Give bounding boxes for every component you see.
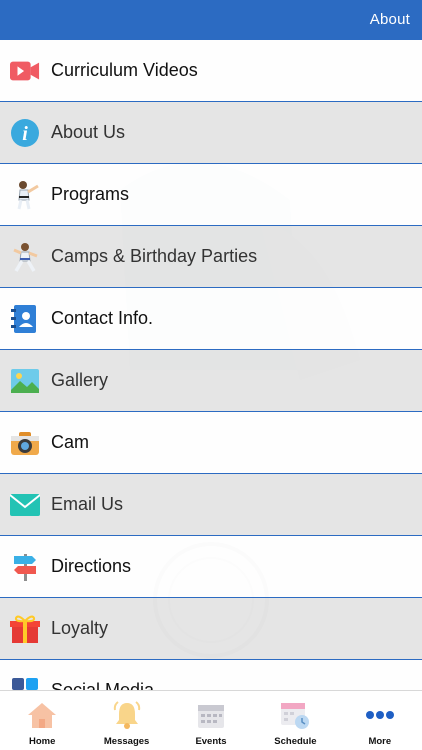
menu-item-social-media[interactable]: Social Media [0, 660, 422, 690]
gift-icon [10, 614, 40, 644]
menu-item-label: Gallery [51, 370, 109, 390]
tab-bar: Home Messages Events Schedule More [0, 690, 422, 750]
menu-item-email-us[interactable]: Email Us [0, 474, 422, 536]
info-icon: i [10, 118, 40, 148]
menu-item-label: Camps & Birthday Parties [51, 246, 258, 266]
menu-item-camps-birthday[interactable]: Camps & Birthday Parties [0, 226, 422, 288]
envelope-icon [10, 490, 40, 520]
svg-text:i: i [22, 123, 28, 145]
menu-item-label: Curriculum Videos [51, 60, 198, 80]
tab-label: Home [29, 736, 56, 747]
menu-item-programs[interactable]: Programs [0, 164, 422, 226]
menu-item-directions[interactable]: Directions [0, 536, 422, 598]
menu-list[interactable]: Curriculum Videos i About Us Programs Ca… [0, 40, 422, 690]
tab-label: Events [195, 736, 227, 747]
tab-more[interactable]: More [338, 691, 422, 750]
menu-item-label: Programs [51, 184, 130, 204]
tab-schedule[interactable]: Schedule [253, 691, 337, 750]
video-camera-icon [10, 56, 40, 86]
tab-label: More [368, 736, 392, 747]
menu-item-gallery[interactable]: Gallery [0, 350, 422, 412]
martial-arts-kick-icon [10, 180, 40, 210]
tab-home[interactable]: Home [0, 691, 84, 750]
menu-item-label: Email Us [51, 494, 124, 514]
contact-book-icon [10, 304, 40, 334]
tab-events[interactable]: Events [169, 691, 253, 750]
menu-item-about-us[interactable]: i About Us [0, 102, 422, 164]
menu-item-curriculum-videos[interactable]: Curriculum Videos [0, 40, 422, 102]
menu-item-label: Social Media [51, 680, 155, 690]
calendar-icon [195, 699, 227, 731]
camera-icon [10, 428, 40, 458]
menu-item-label: Loyalty [51, 618, 109, 638]
menu-item-cam[interactable]: Cam [0, 412, 422, 474]
menu-item-label: About Us [51, 122, 126, 142]
tab-messages[interactable]: Messages [84, 691, 168, 750]
nav-header: About [0, 0, 422, 40]
menu-item-label: Cam [51, 432, 90, 452]
more-icon [364, 699, 396, 731]
tab-label: Schedule [274, 736, 317, 747]
karate-figure-icon [10, 242, 40, 272]
social-media-icon [10, 676, 40, 691]
header-title: About [369, 11, 410, 28]
gallery-icon [10, 366, 40, 396]
home-icon [26, 699, 58, 731]
schedule-icon [279, 699, 311, 731]
menu-item-loyalty[interactable]: Loyalty [0, 598, 422, 660]
menu-item-label: Contact Info. [51, 308, 154, 328]
signpost-icon [10, 552, 40, 582]
menu-item-label: Directions [51, 556, 132, 576]
tab-label: Messages [103, 736, 150, 747]
bell-icon [111, 699, 143, 731]
menu-item-contact-info[interactable]: Contact Info. [0, 288, 422, 350]
